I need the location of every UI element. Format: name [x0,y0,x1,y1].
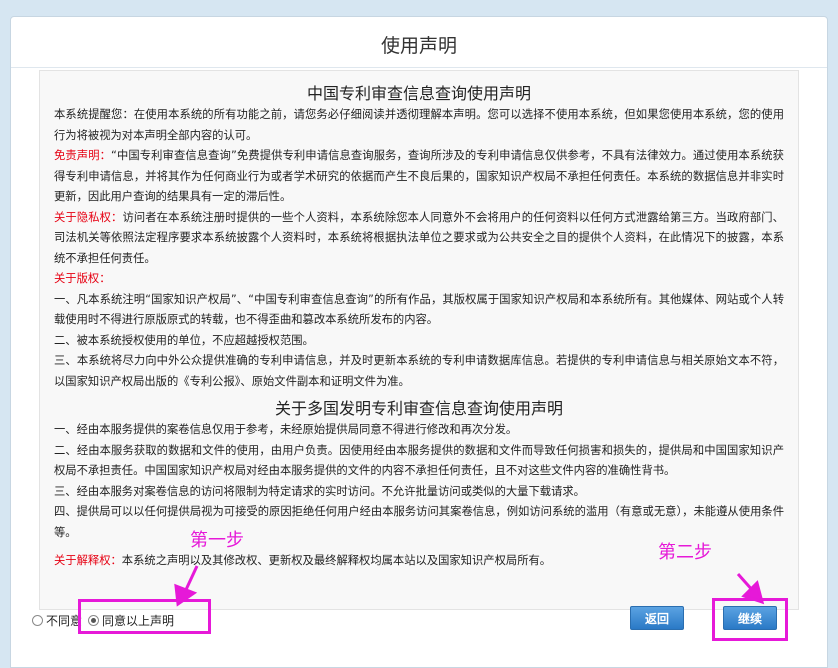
disclaimer-text: “中国专利审查信息查询”免费提供专利申请信息查询服务，查询所涉及的专利申请信息仅… [54,149,784,203]
copyright-item: 二、被本系统授权使用的单位，不应超越授权范围。 [54,333,314,347]
multi-item: 四、提供局可以以任何提供局视为可接受的原因拒绝任何用户经由本服务访问其案卷信息，… [54,505,784,539]
heading-multi-country-declaration: 关于多国发明专利审查信息查询使用声明 [274,399,563,418]
privacy-text: 访问者在本系统注册时提供的一些个人资料，本系统除您本人同意外不会将用户的任何资料… [54,210,784,265]
step1-label: 第一步 [190,530,244,551]
title-divider [11,67,827,68]
privacy-label: 关于隐私权： [54,210,123,224]
disagree-option[interactable]: 不同意 [32,612,82,629]
step2-label: 第二步 [658,542,712,563]
disagree-label: 不同意 [46,613,83,628]
continue-button[interactable]: 继续 [723,606,777,630]
dialog-title: 使用声明 [380,35,457,57]
intro-paragraph: 本系统提醒您：在使用本系统的所有功能之前，请您务必仔细阅读并透彻理解本声明。您可… [54,108,784,142]
multi-item: 三、经由本服务对案卷信息的访问将限制为特定请求的实时访问。不允许批量访问或类似的… [54,484,585,498]
back-button[interactable]: 返回 [630,606,684,630]
multi-item: 二、经由本服务获取的数据和文件的使用，由用户负责。因使用经由本服务提供的数据和文… [54,443,784,478]
disagree-radio[interactable] [32,614,43,626]
copyright-label: 关于版权： [54,272,111,285]
interpretation-label: 关于解释权： [54,554,122,567]
agreement-radio-group: 不同意 同意以上声明 [32,610,180,630]
agree-radio[interactable] [88,614,100,626]
copyright-item: 三、本系统将尽力向中外公众提供准确的专利申请信息，并及时更新本系统的专利申请数据… [54,354,784,388]
copyright-item: 一、凡本系统注明“国家知识产权局”、“中国专利审查信息查询”的所有作品，其版权属… [54,292,784,327]
interpretation-text: 本系统之声明以及其修改权、更新权及最终解释权均属本站以及国家知识产权局所有。 [121,554,552,567]
multi-item: 一、经由本服务提供的案卷信息仅用于参考，未经原始提供局同意不得进行修改和再次分发… [54,423,518,436]
declaration-dialog: 使用声明 中国专利审查信息查询使用声明 本系统提醒您：在使用本系统的所有功能之前… [10,16,828,668]
disclaimer-label: 免责声明： [54,149,111,162]
agree-option[interactable]: 同意以上声明 [88,612,174,629]
declaration-content[interactable]: 中国专利审查信息查询使用声明 本系统提醒您：在使用本系统的所有功能之前，请您务必… [39,70,799,610]
heading-cn-declaration: 中国专利审查信息查询使用声明 [306,84,531,103]
privacy-paragraph: 关于隐私权：访问者在本系统注册时提供的一些个人资料，本系统除您本人同意外不会将用… [54,208,784,270]
disclaimer-paragraph: 免责声明：“中国专利审查信息查询”免费提供专利申请信息查询服务，查询所涉及的专利… [54,146,784,208]
agree-label: 同意以上声明 [102,613,175,628]
